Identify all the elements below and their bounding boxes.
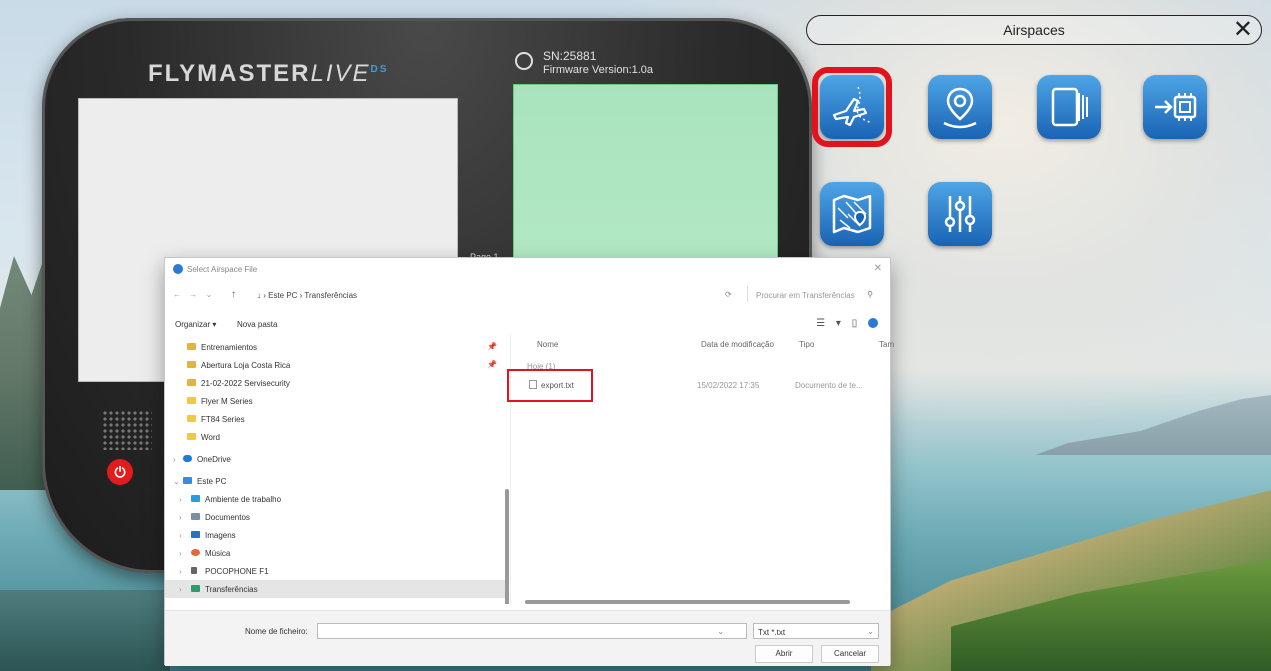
address-bar: ← → ⌄ ↑ ↓ › Este PC › Transferências ⟳ P… (165, 284, 890, 306)
view-options[interactable]: ☰ ▾ ▯ (816, 318, 878, 329)
nav-item[interactable]: › Imagens (165, 526, 505, 544)
dialog-toolbar: Organizar ▾ Nova pasta ☰ ▾ ▯ (165, 314, 890, 334)
nav-arrows[interactable]: ← → ⌄ (173, 290, 215, 299)
column-type[interactable]: Tipo (799, 340, 814, 349)
folder-icon (187, 433, 196, 440)
dialog-title-bar: Select Airspace File ✕ (165, 258, 890, 280)
folder-icon (187, 397, 196, 404)
nav-item[interactable]: › Ambiente de trabalho (165, 490, 505, 508)
user-folder-icon (187, 343, 196, 350)
pages-icon (1051, 87, 1088, 127)
user-folder-icon (187, 361, 196, 368)
help-icon[interactable] (868, 318, 878, 329)
nav-scrollbar[interactable] (505, 489, 509, 604)
user-folder-icon (187, 379, 196, 386)
chevron-right-icon: › (179, 549, 182, 558)
dialog-footer: Nome de ficheiro: ⌄ Txt *.txt ⌄ Abrir Ca… (165, 610, 890, 666)
power-button[interactable]: ⏻ (107, 459, 133, 485)
music-icon (191, 549, 200, 556)
chevron-down-icon: ⌄ (173, 477, 180, 486)
chevron-down-icon: ⌄ (867, 627, 874, 636)
filetype-select[interactable]: Txt *.txt ⌄ (753, 623, 879, 639)
breadcrumb[interactable]: ↓ › Este PC › Transferências (257, 291, 357, 300)
file-list-scrollbar[interactable] (525, 600, 850, 604)
device-brand: FLYMASTERLIVEDS (148, 60, 389, 87)
desktop-icon (191, 495, 200, 502)
nav-item[interactable]: Entrenamientos 📌 (165, 338, 505, 356)
pin-icon: 📌 (487, 360, 497, 369)
firmware-version: Firmware Version:1.0a (543, 64, 654, 76)
up-arrow-icon[interactable]: ↑ (231, 289, 236, 300)
firmware-chip-icon (1155, 93, 1197, 121)
map-icon (832, 194, 872, 234)
downloads-icon (191, 585, 200, 592)
chevron-right-icon: › (179, 495, 182, 504)
column-size[interactable]: Tam (879, 340, 894, 349)
location-pin-icon (943, 87, 977, 129)
selected-tile-highlight (812, 67, 892, 147)
select-airspace-file-dialog: Select Airspace File ✕ ← → ⌄ ↑ ↓ › Este … (164, 257, 894, 666)
search-input[interactable]: Procurar em Transferências ⚲ (747, 286, 877, 302)
shore-background (0, 590, 170, 671)
firmware-tile[interactable] (1143, 75, 1207, 139)
cloud-icon (183, 455, 192, 462)
filename-input[interactable] (317, 623, 747, 639)
new-folder-button[interactable]: Nova pasta (237, 320, 277, 329)
nav-item-downloads[interactable]: › Transferências (165, 580, 505, 598)
airspaces-title-bar: Airspaces ✕ (806, 15, 1262, 45)
serial-number: SN:25881 (543, 49, 597, 63)
settings-tile[interactable] (928, 182, 992, 246)
column-name[interactable]: Nome (537, 340, 558, 349)
file-highlight-box (507, 369, 593, 402)
column-date[interactable]: Data de modificação (701, 340, 774, 349)
brand-logo-icon (515, 52, 533, 70)
pictures-icon (191, 531, 200, 538)
panel-title: Airspaces (1003, 22, 1065, 38)
chevron-down-icon[interactable]: ⌄ (717, 627, 724, 636)
app-icon (173, 264, 183, 274)
map-tile[interactable] (820, 182, 884, 246)
chevron-right-icon: › (179, 513, 182, 522)
folder-icon (187, 415, 196, 422)
computer-icon (183, 477, 192, 484)
search-icon: ⚲ (867, 290, 873, 299)
nav-item[interactable]: Flyer M Series (165, 392, 505, 410)
dialog-title: Select Airspace File (187, 265, 258, 274)
nav-item[interactable]: Word (165, 428, 505, 446)
chevron-right-icon: › (179, 531, 182, 540)
search-placeholder: Procurar em Transferências (756, 291, 855, 300)
nav-item[interactable]: › Música (165, 544, 505, 562)
column-headers: Nome Data de modificação Tipo Tam (525, 334, 894, 356)
phone-icon (191, 567, 197, 574)
nav-item[interactable]: 21-02-2022 Servisecurity (165, 374, 505, 392)
chevron-right-icon: › (173, 455, 176, 464)
chevron-right-icon: › (179, 567, 182, 576)
nav-item[interactable]: Abertura Loja Costa Rica 📌 (165, 356, 505, 374)
chevron-right-icon: › (179, 585, 182, 594)
organize-menu[interactable]: Organizar ▾ (175, 320, 216, 329)
refresh-icon[interactable]: ⟳ (725, 290, 732, 299)
nav-item-this-pc[interactable]: ⌄ Este PC (165, 472, 505, 490)
close-icon[interactable]: ✕ (1233, 16, 1253, 44)
nav-item[interactable]: FT84 Series (165, 410, 505, 428)
file-type: Documento de te... (795, 381, 863, 390)
documents-icon (191, 513, 200, 520)
cancel-button[interactable]: Cancelar (821, 645, 879, 663)
settings-sliders-icon (944, 196, 976, 232)
speaker-grille (102, 410, 152, 450)
filename-label: Nome de ficheiro: (245, 627, 308, 636)
close-icon[interactable]: ✕ (874, 263, 882, 274)
pages-tile[interactable] (1037, 75, 1101, 139)
navigation-pane: Entrenamientos 📌 Abertura Loja Costa Ric… (165, 334, 511, 604)
waypoints-tile[interactable] (928, 75, 992, 139)
pin-icon: 📌 (487, 342, 497, 351)
open-button[interactable]: Abrir (755, 645, 813, 663)
nav-item[interactable]: › Documentos (165, 508, 505, 526)
nav-item[interactable]: › POCOPHONE F1 (165, 562, 505, 580)
file-date: 15/02/2022 17:35 (697, 381, 760, 390)
nav-item-onedrive[interactable]: › OneDrive (165, 450, 505, 468)
